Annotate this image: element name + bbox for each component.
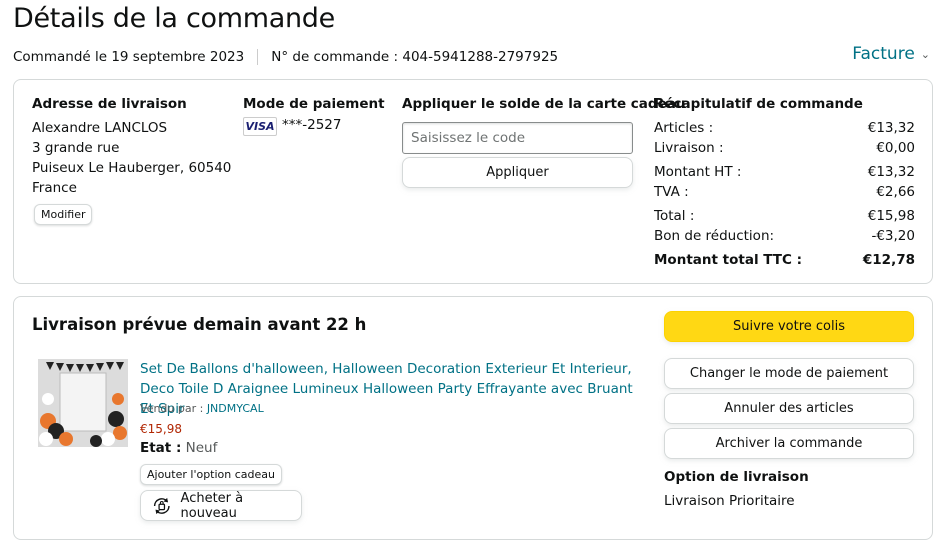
track-package-button[interactable]: Suivre votre colis [664,311,914,342]
grand-total-value: €12,78 [862,252,915,268]
shipping-country: France [32,180,77,196]
reorder-icon [153,497,170,514]
buy-again-button[interactable]: Acheter à nouveau [140,490,302,521]
summary-row: Livraison : €0,00 [654,140,915,156]
summary-value: €0,00 [876,140,915,156]
summary-value: €15,98 [867,208,915,224]
cancel-items-button[interactable]: Annuler des articles [664,393,914,424]
apply-gift-button[interactable]: Appliquer [402,157,633,188]
seller-prefix: Vendu par : [140,402,204,415]
summary-label: Bon de réduction: [654,228,775,244]
invoice-dropdown[interactable]: Facture ⌄ [852,44,930,64]
shipping-name: Alexandre LANCLOS [32,120,168,136]
product-condition: Etat : Neuf [140,440,217,456]
summary-value: €13,32 [867,120,915,136]
product-thumbnail-icon [38,359,128,447]
summary-label: Total : [654,208,695,224]
shipping-street: 3 grande rue [32,140,120,156]
seller-info: Vendu par : JNDMYCAL [140,402,264,415]
chevron-down-icon: ⌄ [920,47,930,61]
order-details-card: Adresse de livraison Alexandre LANCLOS 3… [13,79,933,284]
summary-value: -€3,20 [871,228,915,244]
summary-value: €2,66 [876,184,915,200]
product-image[interactable] [38,359,128,447]
invoice-label: Facture [852,44,915,64]
card-digits: ***-2527 [282,117,342,133]
summary-row: TVA : €2,66 [654,184,915,200]
gift-code-input[interactable] [402,122,633,154]
order-date: Commandé le 19 septembre 2023 [13,49,245,65]
summary-label: Articles : [654,120,714,136]
summary-total-row: Montant total TTC : €12,78 [654,252,915,268]
shipping-heading: Adresse de livraison [32,96,187,112]
summary-value: €13,32 [867,164,915,180]
summary-label: Montant HT : [654,164,742,180]
product-price: €15,98 [140,422,182,436]
archive-order-button[interactable]: Archiver la commande [664,428,914,459]
payment-heading: Mode de paiement [243,96,385,112]
visa-card-icon: VISA [243,117,277,136]
buy-again-label: Acheter à nouveau [180,490,244,521]
order-number: N° de commande : 404-5941288-2797925 [271,49,559,65]
delivery-option-value: Livraison Prioritaire [664,493,795,509]
summary-row: Total : €15,98 [654,208,915,224]
summary-row: Articles : €13,32 [654,120,915,136]
condition-label: Etat : [140,440,182,456]
order-meta: Commandé le 19 septembre 2023 N° de comm… [13,49,558,65]
grand-total-label: Montant total TTC : [654,252,802,268]
seller-name-link[interactable]: JNDMYCAL [207,402,264,415]
gift-option-button[interactable]: Ajouter l'option cadeau [140,464,282,485]
delivery-heading: Livraison prévue demain avant 22 h [32,315,367,334]
page-title: Détails de la commande [13,3,335,34]
summary-row: Montant HT : €13,32 [654,164,915,180]
delivery-card: Livraison prévue demain avant 22 h Set D… [13,296,933,540]
meta-divider [257,49,259,65]
change-payment-button[interactable]: Changer le mode de paiement [664,358,914,389]
condition-value: Neuf [185,440,218,456]
summary-label: TVA : [654,184,689,200]
summary-heading: Récapitulatif de commande [654,96,863,112]
delivery-option-heading: Option de livraison [664,469,809,485]
summary-label: Livraison : [654,140,724,156]
edit-address-button[interactable]: Modifier [34,204,93,225]
summary-row: Bon de réduction: -€3,20 [654,228,915,244]
gift-card-heading: Appliquer le solde de la carte cadeau [402,96,686,112]
shipping-city: Puiseux Le Hauberger, 60540 [32,160,232,176]
